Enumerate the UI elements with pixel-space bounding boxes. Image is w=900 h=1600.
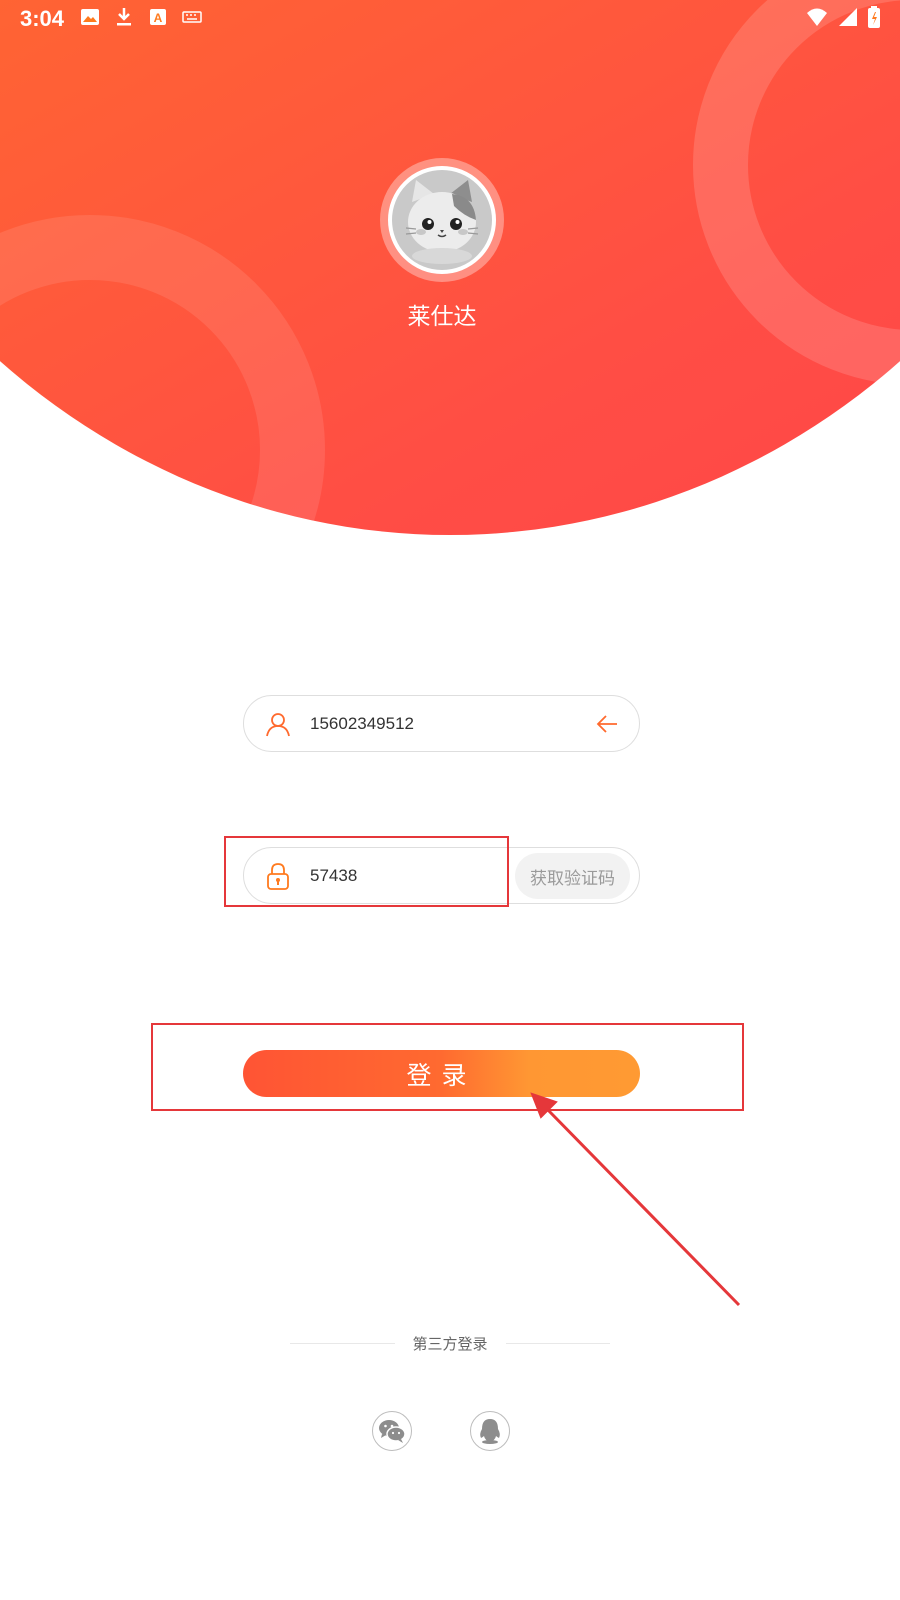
phone-input[interactable]: [310, 703, 570, 744]
decor-ring-left: [0, 215, 325, 535]
svg-text:A: A: [154, 11, 163, 25]
wechat-login-button[interactable]: [372, 1411, 412, 1451]
qq-login-button[interactable]: [470, 1411, 510, 1451]
third-party-title: 第三方登录: [412, 1334, 488, 1353]
avatar: [388, 166, 496, 274]
get-code-button[interactable]: 获取验证码: [515, 853, 630, 899]
divider-right: [505, 1342, 611, 1344]
system-icons: [806, 6, 880, 28]
back-arrow-icon[interactable]: [593, 710, 621, 738]
user-icon: [263, 709, 293, 739]
font-a-icon: A: [150, 9, 166, 25]
image-icon: [81, 9, 99, 25]
download-icon: [117, 8, 131, 26]
third-party-divider: 第三方登录: [290, 1332, 611, 1354]
divider-left: [290, 1342, 395, 1344]
wifi-icon: [807, 8, 827, 26]
app-name: 莱仕达: [407, 304, 477, 330]
status-bar: 3:04 A: [0, 0, 900, 36]
login-button[interactable]: 登录: [243, 1050, 640, 1097]
verification-code-field[interactable]: 获取验证码: [243, 847, 640, 904]
notification-icons: A: [80, 7, 202, 27]
lock-icon: [263, 861, 293, 891]
avatar-ring: [380, 158, 504, 282]
cat-avatar-icon: [405, 180, 479, 264]
keyboard-icon: [182, 11, 202, 23]
status-time: 3:04: [20, 6, 65, 31]
wechat-icon: [379, 1420, 406, 1443]
phone-field[interactable]: [243, 695, 640, 752]
qq-icon: [480, 1419, 500, 1444]
battery-icon: [868, 6, 880, 28]
signal-icon: [839, 8, 857, 26]
